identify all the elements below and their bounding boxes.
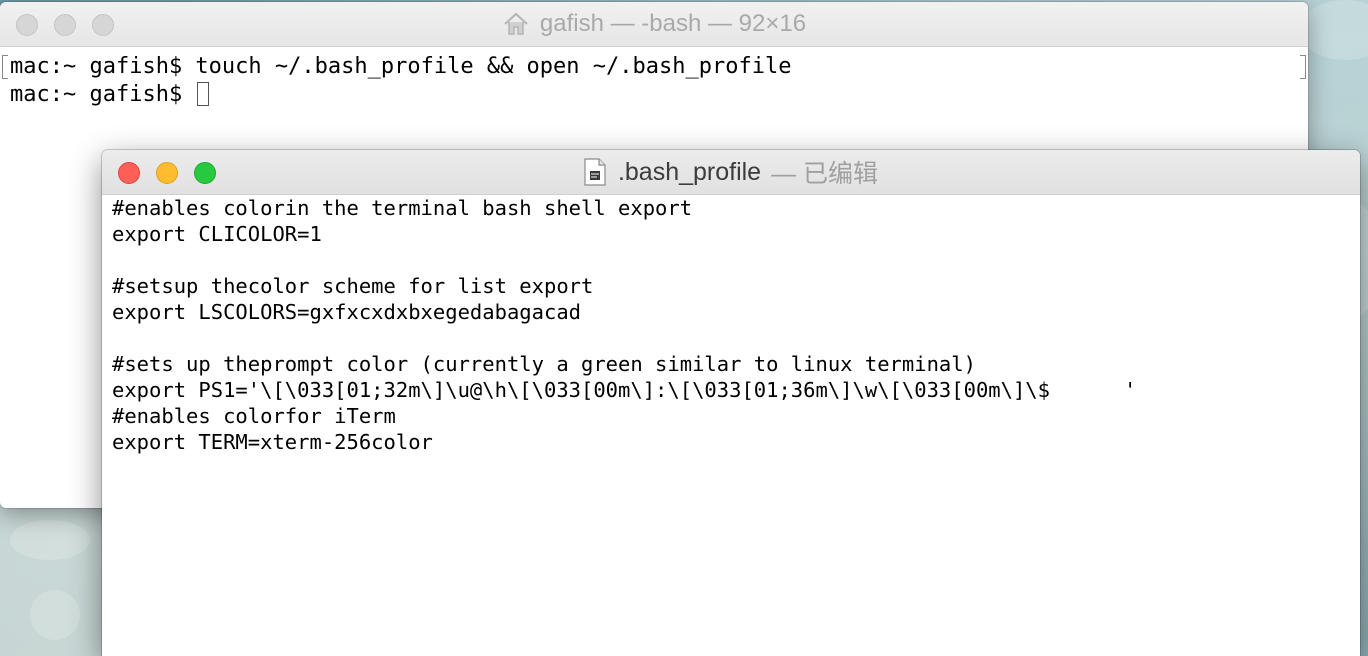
code-line: #sets up theprompt color (currently a gr… [112,352,976,376]
terminal-prompt-line[interactable]: mac:~ gafish$ [10,81,1298,109]
editor-title: .bash_profile — 已编辑 [102,150,1360,194]
water-ripple [10,520,90,560]
editor-edited-status: — 已编辑 [771,160,879,188]
water-ripple [1300,0,1368,60]
terminal-titlebar[interactable]: gafish — -bash — 92×16 [0,2,1308,47]
editor-window[interactable]: .bash_profile — 已编辑 #enables colorin the… [102,150,1360,656]
terminal-title: gafish — -bash — 92×16 [0,2,1308,46]
code-line: export CLICOLOR=1 [112,222,322,246]
selection-bracket-right [1300,55,1306,79]
code-line: export TERM=xterm-256color [112,430,433,454]
editor-filename: .bash_profile [617,157,762,186]
document-icon[interactable] [584,158,606,186]
code-line: #enables colorin the terminal bash shell… [112,196,693,220]
code-line: export PS1='\[\033[01;32m\]\u@\h\[\033[0… [112,378,1137,402]
code-line: #setsup thecolor scheme for list export [112,274,594,298]
terminal-title-text: gafish — -bash — 92×16 [539,10,807,37]
code-line: export LSCOLORS=gxfxcxdxbxegedabagacad [112,300,581,324]
code-line: #enables colorfor iTerm [112,404,396,428]
home-icon [502,12,530,36]
water-ripple [30,590,80,640]
editor-titlebar[interactable]: .bash_profile — 已编辑 [102,150,1360,195]
selection-bracket-left [2,55,8,79]
editor-text-area[interactable]: #enables colorin the terminal bash shell… [102,195,1360,656]
terminal-line: mac:~ gafish$ touch ~/.bash_profile && o… [10,54,792,79]
terminal-cursor [197,82,210,106]
